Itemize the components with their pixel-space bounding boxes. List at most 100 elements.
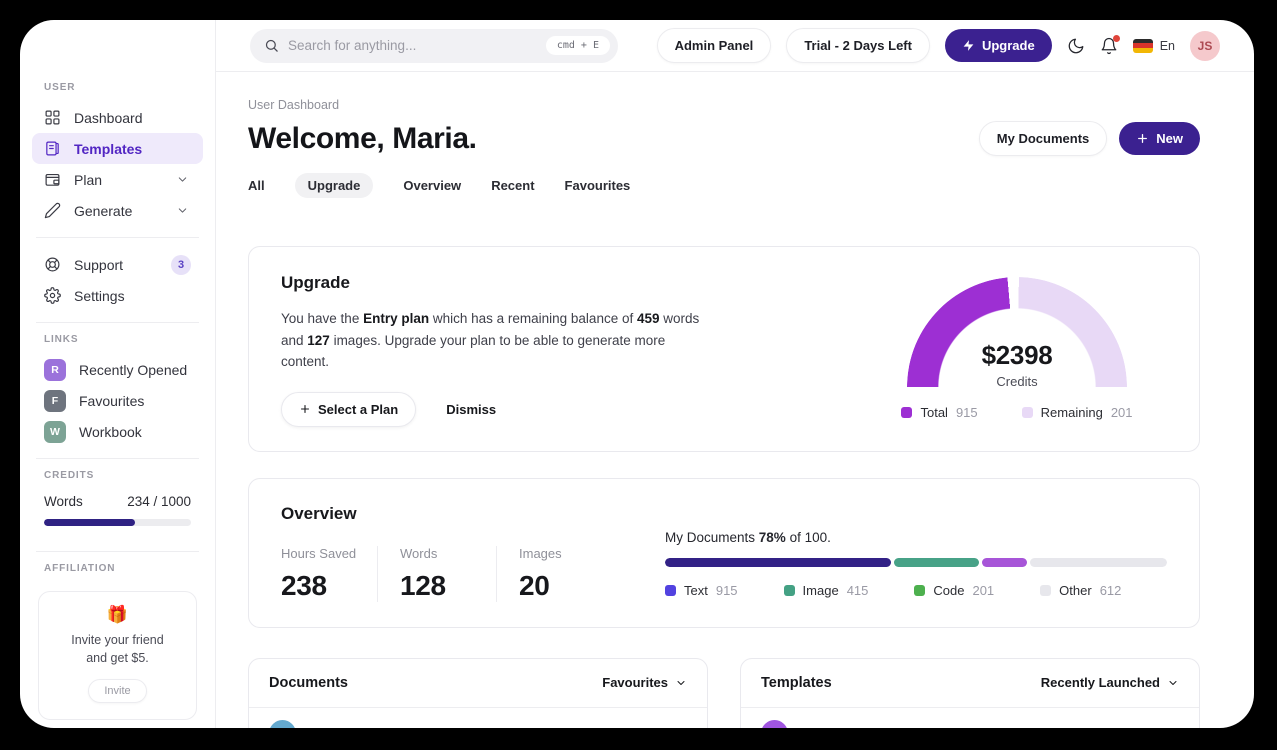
sidebar-item-plan[interactable]: Plan (32, 164, 203, 195)
overview-left: Overview Hours Saved 238 Words 128 Image… (281, 504, 621, 602)
credits-label: Words (44, 494, 83, 509)
credits-value: 234 / 1000 (127, 494, 191, 509)
legend-text: Text 915 (665, 583, 738, 598)
upgrade-card-left: Upgrade You have the Entry plan which ha… (281, 273, 713, 427)
affiliation-text: Invite your friend and get $5. (49, 631, 186, 667)
sidebar-item-label: Plan (74, 171, 103, 188)
new-button[interactable]: New (1119, 122, 1200, 155)
stat-words: Words 128 (400, 546, 496, 602)
sidebar-divider (36, 551, 199, 552)
legend-text-value: 915 (715, 582, 738, 598)
support-badge: 3 (171, 254, 191, 275)
tab-favourites[interactable]: Favourites (565, 178, 631, 193)
sidebar-link-recently-opened[interactable]: R Recently Opened (32, 354, 203, 385)
sidebar-link-workbook[interactable]: W Workbook (32, 416, 203, 447)
gift-icon: 🎁 (106, 605, 129, 624)
templates-filter-dropdown[interactable]: Recently Launched (1041, 675, 1179, 690)
sidebar-item-dashboard[interactable]: Dashboard (32, 102, 203, 133)
plan-name: Entry plan (363, 311, 430, 326)
app-window: USER Dashboard Templates Plan Generate S… (20, 20, 1254, 728)
templates-card-header: Templates Recently Launched (741, 659, 1199, 708)
language-selector[interactable]: En (1132, 38, 1175, 53)
tab-recent[interactable]: Recent (491, 178, 534, 193)
notifications-button[interactable] (1100, 34, 1120, 55)
upgrade-card-title: Upgrade (281, 273, 350, 292)
link-initial-badge: W (44, 420, 66, 443)
avatar[interactable]: JS (1190, 30, 1220, 61)
affiliation-line2: and get $5. (86, 651, 149, 666)
credits-caption: Credits (996, 374, 1038, 389)
sidebar-divider (36, 237, 199, 238)
page-title: Welcome, Maria. (248, 121, 477, 155)
pencil-icon (44, 202, 61, 219)
legend-other-swatch (1040, 584, 1052, 596)
template-location: in Workbook (1107, 726, 1179, 728)
sidebar-divider (36, 458, 199, 459)
sidebar-item-support[interactable]: Support 3 (32, 249, 203, 280)
sidebar: USER Dashboard Templates Plan Generate S… (20, 20, 216, 728)
credits-gauge-center: $2398 Credits (907, 340, 1127, 389)
upgrade-button[interactable]: Upgrade (944, 29, 1052, 62)
affiliation-line1: Invite your friend (71, 633, 164, 647)
legend-other-label: Other (1059, 582, 1092, 598)
header-row: Welcome, Maria. My Documents New (248, 121, 1200, 156)
templates-card-title: Templates (761, 674, 832, 691)
dismiss-button[interactable]: Dismiss (446, 402, 496, 417)
filter-tabs: All Upgrade Overview Recent Favourites (248, 173, 1200, 198)
credits-gauge-panel: $2398 Credits Total 915 Remaining 201 (867, 273, 1167, 427)
dark-mode-toggle[interactable] (1067, 37, 1085, 55)
stat-value: 20 (519, 569, 550, 601)
overview-title: Overview (281, 503, 357, 523)
sidebar-item-templates[interactable]: Templates (32, 133, 203, 164)
templates-card: Templates Recently Launched Blog Post Ti… (740, 657, 1200, 728)
plus-icon (1138, 134, 1148, 143)
tab-overview[interactable]: Overview (403, 178, 461, 193)
legend-code-label: Code (933, 582, 965, 598)
affiliation-card: 🎁 Invite your friend and get $5. Invite (38, 591, 197, 721)
sidebar-section-links: LINKS (44, 334, 79, 345)
bottom-cards: Documents Favourites Untitled Document i… (248, 657, 1200, 728)
legend-total: Total 915 (901, 405, 978, 420)
legend-remaining-label: Remaining (1040, 405, 1103, 420)
legend-image-value: 415 (846, 582, 869, 598)
search-shortcut-badge: cmd + E (545, 36, 610, 55)
header-actions: My Documents New (978, 121, 1200, 156)
plus-icon (300, 405, 310, 414)
upgrade-card-text: You have the Entry plan which has a rema… (281, 311, 700, 370)
tab-all[interactable]: All (248, 178, 265, 193)
sidebar-link-favourites[interactable]: F Favourites (32, 385, 203, 416)
admin-panel-button[interactable]: Admin Panel (656, 28, 772, 63)
sidebar-item-label: Recently Opened (79, 361, 188, 378)
search-input[interactable] (288, 38, 537, 53)
stat-value: 238 (281, 569, 327, 601)
sidebar-item-generate[interactable]: Generate (32, 195, 203, 226)
chevron-down-icon (178, 208, 187, 213)
search-icon (265, 39, 278, 52)
sidebar-item-settings[interactable]: Settings (32, 280, 203, 311)
sidebar-item-label: Generate (74, 202, 133, 219)
tab-upgrade[interactable]: Upgrade (294, 173, 374, 198)
documents-card: Documents Favourites Untitled Document i… (248, 657, 708, 728)
trial-status-button[interactable]: Trial - 2 Days Left (786, 28, 930, 63)
overview-stats: Hours Saved 238 Words 128 Images 20 (281, 545, 621, 602)
topbar-right: Admin Panel Trial - 2 Days Left Upgrade … (656, 28, 1220, 63)
document-row[interactable]: Untitled Document in Workbook (249, 708, 707, 728)
stat-images: Images 20 (519, 546, 615, 602)
template-row[interactable]: Blog Post Title in Workbook (741, 708, 1199, 728)
grid-icon (45, 110, 60, 125)
documents-progress-bar (665, 557, 1167, 567)
credits-progress-track (44, 519, 191, 526)
legend-code-value: 201 (972, 582, 995, 598)
documents-progress-percent: 78% (758, 529, 786, 545)
documents-filter-dropdown[interactable]: Favourites (602, 675, 687, 690)
search-bar[interactable]: cmd + E (250, 28, 618, 63)
legend-remaining-value: 201 (1110, 405, 1133, 420)
gear-icon (44, 287, 61, 304)
template-title: Blog Post Title (801, 725, 899, 728)
legend-total-value: 915 (955, 405, 978, 420)
select-plan-button[interactable]: Select a Plan (281, 391, 417, 427)
overview-progress-panel: My Documents 78% of 100. Text 915 Image … (665, 504, 1167, 602)
invite-button[interactable]: Invite (88, 679, 147, 704)
sidebar-section-credits: CREDITS (44, 470, 95, 481)
my-documents-button[interactable]: My Documents (978, 121, 1108, 156)
